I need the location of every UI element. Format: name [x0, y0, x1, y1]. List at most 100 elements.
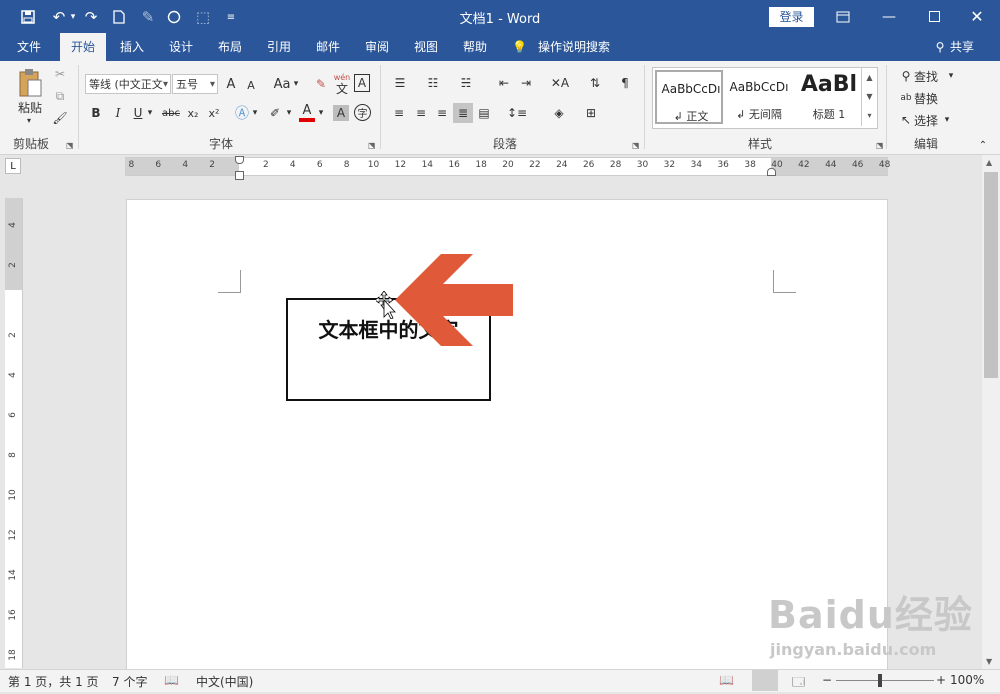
text-effects-dropdown-icon[interactable]: ▾ — [251, 103, 259, 123]
copy-icon[interactable]: ⧉ — [52, 88, 68, 104]
collapse-ribbon-icon[interactable]: ⌃ — [976, 139, 990, 151]
shrink-font-button[interactable]: A — [243, 76, 259, 94]
tab-review[interactable]: 审阅 — [357, 33, 397, 61]
font-color-button[interactable]: A — [299, 101, 315, 119]
zoom-out-icon[interactable]: − — [822, 673, 832, 687]
shape-icon[interactable] — [163, 6, 185, 28]
select-button[interactable]: 选择 — [914, 111, 944, 129]
change-case-button[interactable]: Aa — [270, 74, 294, 94]
zoom-level[interactable]: 100% — [950, 673, 984, 687]
save-icon[interactable] — [17, 6, 39, 28]
login-button[interactable]: 登录 — [769, 7, 814, 27]
justify-icon[interactable]: ≣ — [453, 103, 473, 123]
font-name-dropdown[interactable]: 等线 (中文正文 — [85, 74, 171, 94]
replace-icon[interactable]: ab — [898, 89, 914, 107]
right-indent-marker[interactable] — [767, 168, 776, 176]
format-painter-icon[interactable]: 🖌 — [52, 110, 68, 126]
paste-icon[interactable] — [14, 67, 46, 99]
cut-icon[interactable]: ✂ — [52, 66, 68, 82]
chinese-layout-icon[interactable]: ✕A — [547, 73, 573, 93]
font-launcher-icon[interactable]: ⬔ — [368, 141, 376, 150]
underline-dropdown-icon[interactable]: ▾ — [146, 103, 154, 123]
minimize-icon[interactable]: — — [866, 0, 912, 33]
close-icon[interactable]: ✕ — [954, 0, 1000, 33]
numbering-icon[interactable]: ☷ — [422, 73, 444, 93]
clipboard-launcher-icon[interactable]: ⬔ — [66, 141, 74, 150]
zoom-in-icon[interactable]: + — [936, 673, 946, 687]
tab-home[interactable]: 开始 — [60, 33, 106, 61]
styles-launcher-icon[interactable]: ⬔ — [876, 141, 884, 150]
clear-format-icon[interactable]: ✎ — [312, 74, 330, 94]
tab-references[interactable]: 引用 — [259, 33, 299, 61]
bullets-icon[interactable]: ☰ — [389, 73, 411, 93]
tab-file[interactable]: 文件 — [8, 33, 50, 61]
replace-button[interactable]: 替换 — [914, 89, 944, 107]
superscript-button[interactable]: x² — [205, 103, 223, 123]
style-no-spacing[interactable]: AaBbCcDı ↲ 无间隔 — [725, 70, 793, 124]
person-icon[interactable]: ⚲ — [932, 33, 948, 61]
first-line-indent-marker[interactable] — [235, 156, 244, 164]
tell-me-search[interactable]: 操作说明搜索 — [538, 33, 618, 61]
new-doc-icon[interactable] — [108, 6, 130, 28]
redo-icon[interactable]: ↷ — [80, 6, 102, 28]
left-indent-marker[interactable] — [235, 171, 244, 180]
zoom-slider-track[interactable] — [836, 680, 934, 681]
align-center-icon[interactable]: ≡ — [411, 103, 431, 123]
maximize-icon[interactable] — [911, 0, 957, 33]
lightbulb-icon[interactable]: 💡 — [512, 33, 527, 61]
style-heading-1[interactable]: AaBl 标题 1 — [795, 70, 861, 124]
style-normal[interactable]: AaBbCcDı ↲ 正文 — [655, 70, 723, 124]
char-shading-button[interactable]: A — [333, 105, 349, 121]
font-color-dropdown-icon[interactable]: ▾ — [317, 103, 325, 123]
change-case-dropdown-icon[interactable]: ▾ — [292, 74, 300, 94]
sort-icon[interactable]: ⇅ — [585, 73, 605, 93]
tab-mailings[interactable]: 邮件 — [308, 33, 348, 61]
font-size-dropdown[interactable]: 五号 — [172, 74, 218, 94]
undo-icon[interactable]: ↶ — [48, 6, 70, 28]
char-border-button[interactable]: A — [354, 74, 370, 92]
highlight-dropdown-icon[interactable]: ▾ — [285, 103, 293, 123]
tab-layout[interactable]: 布局 — [210, 33, 250, 61]
phonetic-guide-char[interactable]: 文 — [333, 81, 351, 96]
distributed-icon[interactable]: ▤ — [474, 103, 494, 123]
find-dropdown-icon[interactable]: ▾ — [946, 67, 956, 85]
multilevel-list-icon[interactable]: ☵ — [455, 73, 477, 93]
select-arrow-icon[interactable]: ↖ — [898, 111, 914, 129]
proofing-icon[interactable]: 📖 — [164, 673, 179, 687]
tab-design[interactable]: 设计 — [161, 33, 201, 61]
subscript-button[interactable]: x₂ — [184, 103, 202, 123]
undo-dropdown-icon[interactable]: ▾ — [68, 6, 78, 28]
pointer-icon[interactable]: ⬚ — [192, 6, 214, 28]
tab-help[interactable]: 帮助 — [455, 33, 495, 61]
tab-insert[interactable]: 插入 — [112, 33, 152, 61]
paste-label[interactable]: 粘贴 — [10, 99, 50, 115]
borders-icon[interactable]: ⊞ — [578, 103, 604, 123]
shading-icon[interactable]: ◈ — [546, 103, 572, 123]
underline-button[interactable]: U — [130, 103, 146, 123]
grow-font-button[interactable]: A — [222, 74, 240, 94]
find-button[interactable]: 查找 — [914, 67, 944, 85]
customize-icon[interactable]: ≡ — [220, 6, 242, 28]
bold-button[interactable]: B — [88, 103, 104, 123]
tab-view[interactable]: 视图 — [406, 33, 446, 61]
align-left-icon[interactable]: ≡ — [389, 103, 409, 123]
zoom-slider-thumb[interactable] — [878, 674, 882, 687]
page-info[interactable]: 第 1 页，共 1 页 — [8, 673, 99, 690]
text-effects-icon[interactable]: Ⓐ — [233, 103, 251, 123]
strikethrough-button[interactable]: abc — [160, 103, 182, 123]
scroll-up-icon[interactable]: ▲ — [986, 158, 992, 167]
paragraph-launcher-icon[interactable]: ⬔ — [632, 141, 640, 150]
share-button[interactable]: 共享 — [950, 33, 980, 61]
gallery-scroll[interactable]: ▲ ▼ ▾ — [861, 68, 877, 126]
align-right-icon[interactable]: ≡ — [432, 103, 452, 123]
highlight-icon[interactable]: ✐ — [265, 103, 285, 123]
increase-indent-icon[interactable]: ⇥ — [516, 73, 536, 93]
tab-selector[interactable]: L — [5, 158, 21, 174]
line-spacing-icon[interactable]: ↕≡ — [504, 103, 530, 123]
vertical-ruler[interactable]: 4 2 2 4 6 8 10 12 14 16 18 — [5, 198, 23, 668]
read-mode-icon[interactable]: 📖 — [719, 673, 734, 687]
language-indicator[interactable]: 中文(中国) — [196, 673, 253, 690]
print-layout-icon[interactable] — [752, 670, 778, 691]
italic-button[interactable]: I — [110, 103, 126, 123]
horizontal-ruler[interactable]: 8 6 4 2 2 4 6 8 10 12 14 16 18 20 22 24 26 28 30 32 34 36 38 40… — [125, 156, 890, 180]
